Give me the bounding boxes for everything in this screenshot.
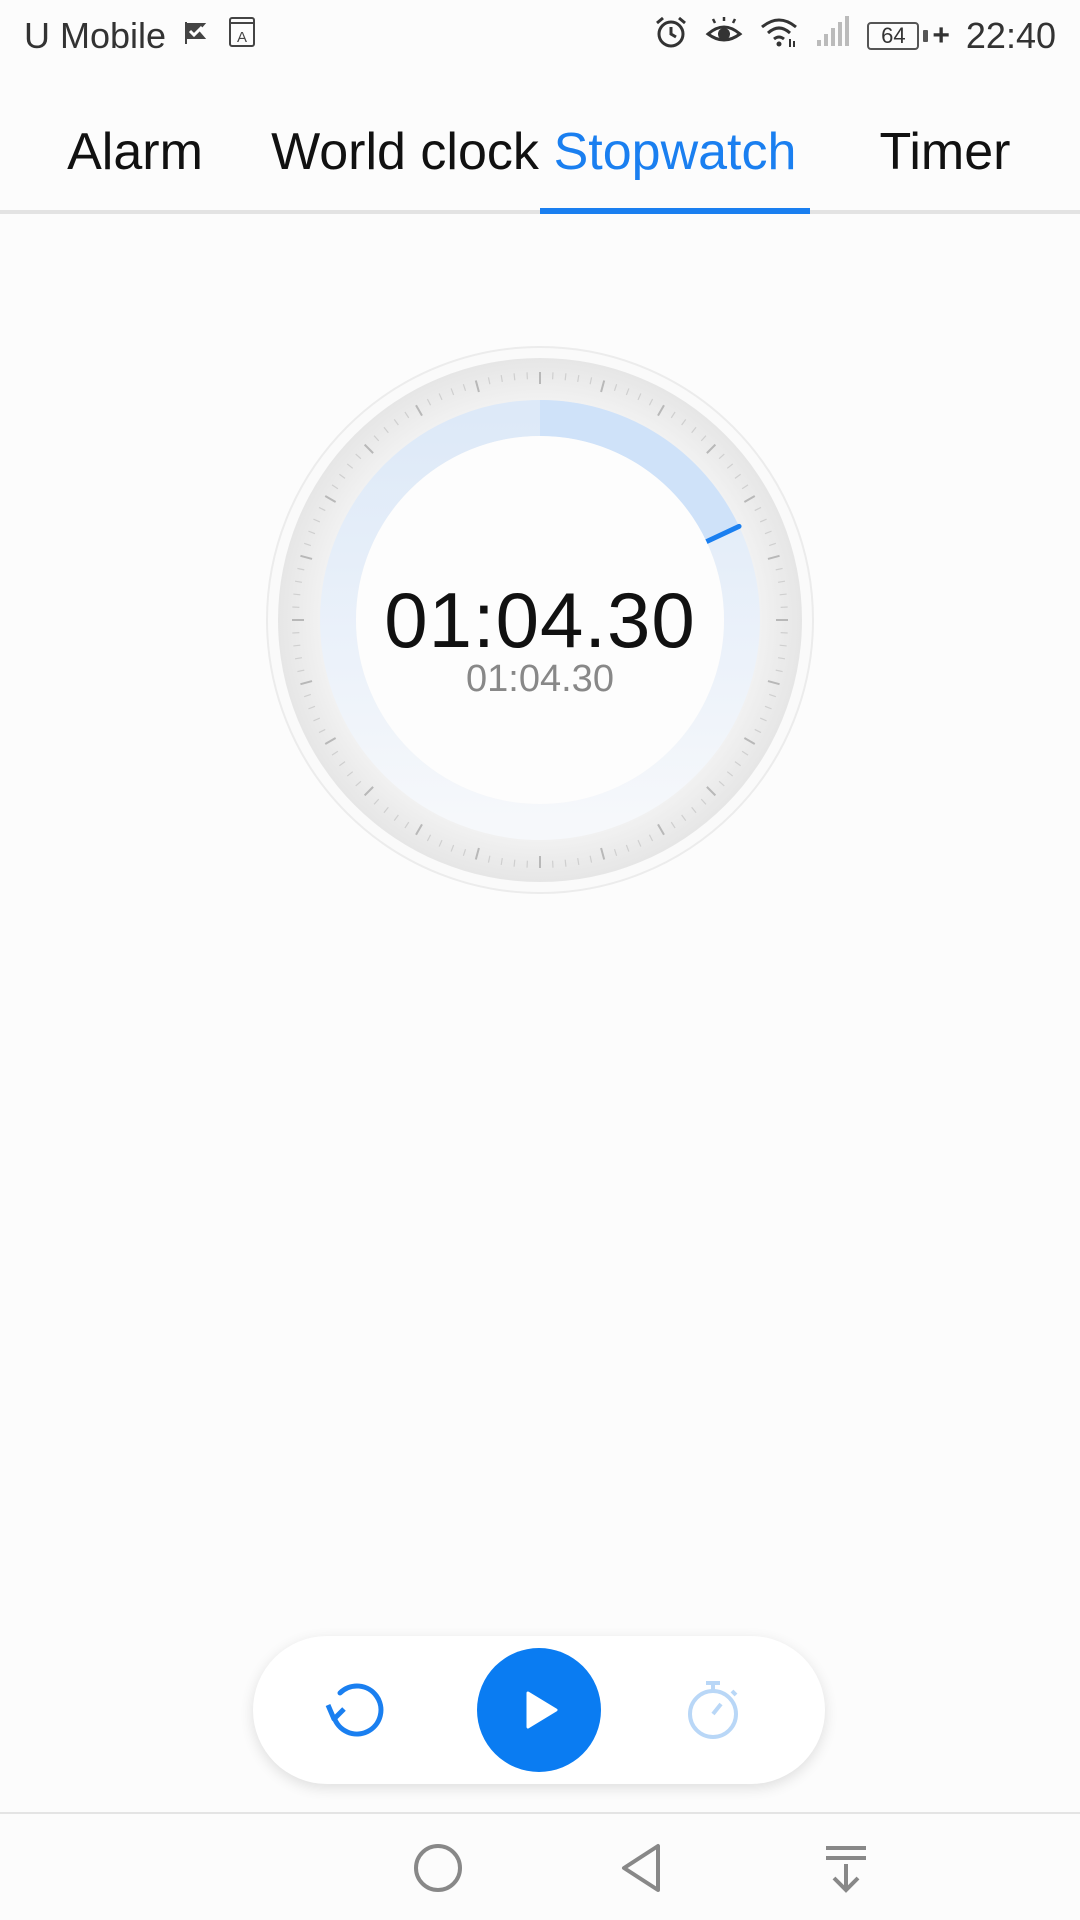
charging-icon: + [932,19,950,52]
notification-drawer-icon [826,1846,866,1893]
lap-time: 01:04.30 [466,658,614,700]
dial-tick [564,859,567,867]
back-icon [622,1844,660,1892]
status-time: 22:40 [965,15,1056,56]
dial-tick [564,373,567,381]
tab-alarm[interactable]: Alarm [20,90,250,214]
carrier-name: U Mobile [24,15,167,56]
play-icon [526,1691,558,1729]
dial-tick [513,373,516,381]
eye-icon [705,14,743,59]
notification-drawer-button[interactable] [810,1832,882,1904]
status-right: 64 + 22:40 [653,14,1056,59]
lap-stopwatch-icon [688,1681,738,1739]
lap-button[interactable] [673,1670,753,1750]
reset-icon [325,1683,384,1737]
check-flag-icon [182,15,212,57]
clock-tabs: Alarm World clock Stopwatch Timer [0,90,1080,214]
status-left: U Mobile A [24,15,256,58]
tab-world-clock[interactable]: World clock [270,90,540,214]
wifi-icon [759,15,799,58]
translate-icon: A [228,15,256,58]
stopwatch-controls [253,1636,825,1784]
battery-level: 64 [867,22,920,50]
reset-button[interactable] [315,1670,395,1750]
elapsed-time: 01:04.30 [384,576,696,664]
play-button[interactable] [477,1648,601,1772]
tab-timer[interactable]: Timer [830,90,1060,214]
back-button[interactable] [606,1832,678,1904]
battery-icon: 64 + [867,19,950,53]
tab-stopwatch[interactable]: Stopwatch [540,90,810,214]
stopwatch-dial: 01:04.30 01:04.30 [260,340,820,900]
svg-text:A: A [237,29,247,46]
status-bar: U Mobile A 64 + 22:40 [0,0,1080,72]
home-icon [414,1844,462,1892]
alarm-icon [653,14,689,59]
active-tab-indicator [540,208,810,214]
signal-icon [815,15,851,57]
home-button[interactable] [402,1832,474,1904]
battery-tip [923,30,929,42]
dial-tick [513,859,516,867]
stopwatch-screen: U Mobile A 64 + 22:40 Alarm World clock … [0,0,1080,1920]
navigation-bar [0,1812,1080,1920]
